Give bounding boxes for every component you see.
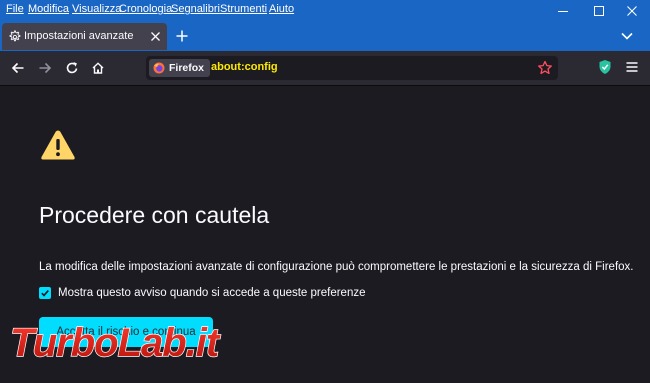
chevron-down-icon[interactable] [620, 31, 634, 41]
menu-visualizza[interactable]: Visualizza [72, 3, 121, 15]
menu-segnalibri[interactable]: Segnalibri [171, 3, 220, 15]
show-warning-checkbox-row[interactable]: Mostra questo avviso quando si accede a … [39, 287, 366, 299]
identity-box[interactable]: Firefox [149, 59, 211, 77]
close-window-button[interactable] [614, 0, 650, 22]
checkbox-label: Mostra questo avviso quando si accede a … [58, 287, 366, 299]
url-bar[interactable]: Firefox about:config [146, 56, 558, 80]
identity-label: Firefox [169, 62, 205, 74]
close-icon [627, 6, 637, 16]
reload-icon [66, 62, 78, 74]
new-tab-icon[interactable] [175, 29, 189, 43]
back-button[interactable] [8, 58, 28, 78]
show-warning-checkbox[interactable] [39, 287, 51, 299]
checkmark-icon [41, 290, 49, 297]
menu-modifica[interactable]: Modifica [28, 3, 69, 15]
close-tab-icon[interactable] [150, 31, 161, 42]
bookmark-star-icon[interactable] [536, 59, 554, 77]
hamburger-menu-icon[interactable] [625, 61, 639, 73]
arrow-left-icon [11, 62, 24, 74]
tab-impostazioni-avanzate[interactable]: Impostazioni avanzate [2, 23, 167, 50]
page-title: Procedere con cautela [39, 202, 270, 228]
svg-text:TurboLab.it: TurboLab.it [10, 321, 221, 365]
warning-description: La modifica delle impostazioni avanzate … [39, 261, 634, 273]
menu-file[interactable]: File [6, 3, 24, 15]
reload-button[interactable] [62, 58, 82, 78]
arrow-right-icon [39, 62, 52, 74]
minimize-icon [558, 11, 568, 12]
navigation-toolbar: Firefox about:config [0, 51, 650, 86]
home-icon [92, 62, 104, 74]
firefox-icon [153, 62, 165, 74]
shield-icon[interactable] [598, 59, 612, 75]
forward-button[interactable] [35, 58, 55, 78]
home-button[interactable] [88, 58, 108, 78]
menu-strumenti[interactable]: Strumenti [220, 3, 267, 15]
url-text[interactable]: about:config [211, 61, 278, 73]
warning-icon [41, 130, 75, 160]
browser-window: File Modifica Visualizza Cronologia Segn… [0, 0, 650, 383]
tab-title: Impostazioni avanzate [24, 30, 134, 42]
minimize-button[interactable] [545, 0, 581, 22]
menu-bar: File Modifica Visualizza Cronologia Segn… [0, 0, 650, 22]
menu-aiuto[interactable]: Aiuto [269, 3, 294, 15]
gear-icon [9, 30, 21, 42]
maximize-icon [594, 6, 604, 16]
maximize-button[interactable] [581, 0, 617, 22]
menu-cronologia[interactable]: Cronologia [119, 3, 172, 15]
turbolab-watermark-logo: TurboLab.it [9, 320, 222, 365]
